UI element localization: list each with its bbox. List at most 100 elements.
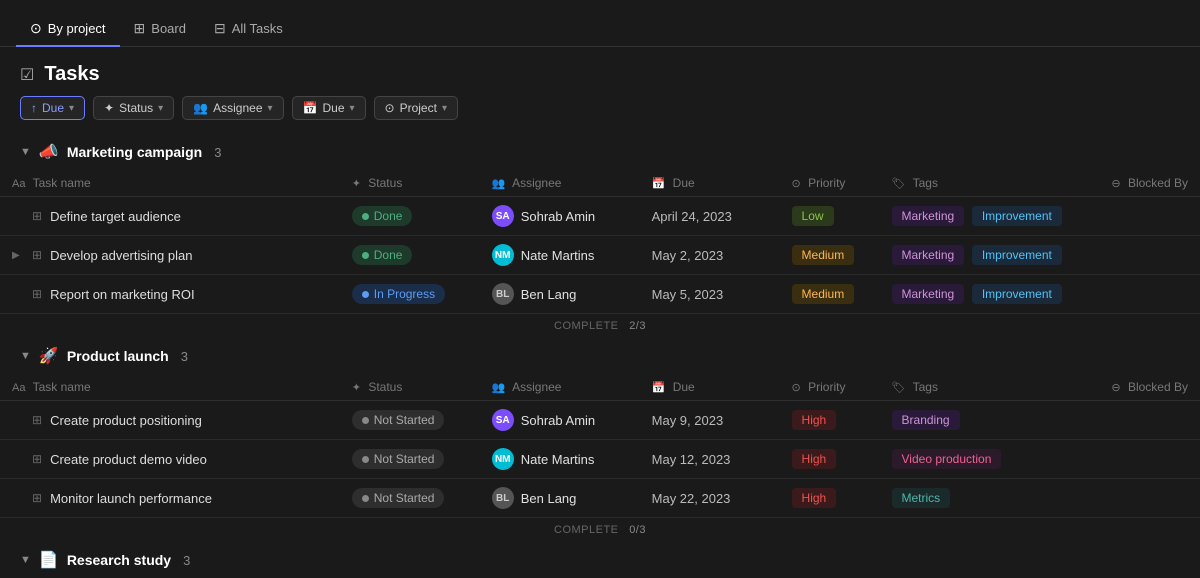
tab-all-tasks-label: All Tasks — [232, 21, 283, 36]
section-product-launch[interactable]: ▼ 🚀 Product launch 3 — [0, 338, 1200, 374]
marketing-emoji: 📣 — [39, 142, 59, 162]
status-badge: Not Started — [352, 449, 445, 469]
status-label: In Progress — [374, 287, 435, 301]
due-date: May 9, 2023 — [652, 413, 724, 428]
tag-branding: Branding — [892, 410, 960, 430]
priority-cell: High — [780, 440, 880, 479]
col-header-tags: 🏷 Tags — [880, 170, 1100, 197]
assignee-name: Ben Lang — [521, 287, 577, 302]
priority-badge: Medium — [792, 245, 855, 265]
filter-status-label: Status — [119, 101, 153, 115]
priority-col-icon2: ⊙ — [792, 382, 801, 394]
tags-cell: Marketing Improvement — [880, 236, 1100, 275]
priority-badge: Low — [792, 206, 834, 226]
marketing-toggle[interactable]: ▼ — [20, 146, 31, 158]
status-col-icon2: ✦ — [352, 382, 361, 394]
due-col-icon: 📅 — [652, 178, 666, 190]
avatar: NM — [492, 244, 514, 266]
priority-col-icon: ⊙ — [792, 178, 801, 190]
tab-by-project[interactable]: ⊙ By project — [16, 12, 120, 47]
status-badge: Not Started — [352, 410, 445, 430]
table-row[interactable]: ⊞ Report on marketing ROI In Progress BL… — [0, 275, 1200, 314]
assignee-col-icon2: 👥 — [492, 382, 506, 394]
avatar: BL — [492, 283, 514, 305]
blocked-cell — [1099, 236, 1200, 275]
page-header: ☑ Tasks — [0, 47, 1200, 96]
tags-cell: Video production — [880, 440, 1100, 479]
task-name-cell: ⊞ Create product positioning — [0, 401, 340, 440]
expand-arrow[interactable]: ▶ — [12, 250, 24, 261]
table-row[interactable]: ⊞ Create product demo video Not Started … — [0, 440, 1200, 479]
status-cell: Done — [340, 197, 480, 236]
complete-row: COMPLETE 2/3 — [0, 314, 1200, 339]
product-launch-emoji: 🚀 — [39, 346, 59, 366]
product-launch-toggle[interactable]: ▼ — [20, 350, 31, 362]
taskname-col-icon2: Aa — [12, 382, 25, 394]
table-row[interactable]: ▶ ⊞ Develop advertising plan Done NM Nat… — [0, 236, 1200, 275]
filter-project[interactable]: ⊙ Project ▾ — [374, 96, 458, 120]
due-sort-chevron: ▾ — [69, 103, 74, 114]
filter-due-label: Due — [322, 101, 344, 115]
blocked-cell — [1099, 197, 1200, 236]
status-label: Not Started — [374, 413, 435, 427]
avatar: SA — [492, 409, 514, 431]
table-row[interactable]: ⊞ Define target audience Done SA Sohrab … — [0, 197, 1200, 236]
priority-badge: High — [792, 449, 837, 469]
blocked-cell — [1099, 440, 1200, 479]
col-header-taskname2: Aa Task name — [0, 374, 340, 401]
col-header-due: 📅 Due — [640, 170, 780, 197]
status-badge: Not Started — [352, 488, 445, 508]
due-sort-icon: ↑ — [31, 101, 37, 115]
blocked-col-icon2: ⊖ — [1111, 382, 1120, 394]
board-icon: ⊞ — [134, 20, 146, 37]
status-filter-icon: ✦ — [104, 101, 114, 115]
assignee-name: Nate Martins — [521, 452, 595, 467]
filter-due-sort[interactable]: ↑ Due ▾ — [20, 96, 85, 120]
complete-label: COMPLETE — [554, 524, 619, 536]
status-col-icon: ✦ — [352, 178, 361, 190]
task-type-icon: ⊞ — [32, 413, 42, 427]
assignee-cell: BL Ben Lang — [480, 479, 640, 518]
tab-all-tasks[interactable]: ⊟ All Tasks — [200, 12, 297, 47]
assignee-chevron: ▾ — [268, 103, 273, 114]
filter-bar: ↑ Due ▾ ✦ Status ▾ 👥 Assignee ▾ 📅 Due ▾ … — [0, 96, 1200, 134]
section-marketing-campaign[interactable]: ▼ 📣 Marketing campaign 3 — [0, 134, 1200, 170]
table-row[interactable]: ⊞ Create product positioning Not Started… — [0, 401, 1200, 440]
task-type-icon: ⊞ — [32, 452, 42, 466]
due-cell: April 24, 2023 — [640, 197, 780, 236]
priority-cell: Medium — [780, 275, 880, 314]
project-filter-icon: ⊙ — [385, 101, 395, 115]
task-type-icon: ⊞ — [32, 491, 42, 505]
table-row[interactable]: ⊞ Monitor launch performance Not Started… — [0, 479, 1200, 518]
due-cell: May 2, 2023 — [640, 236, 780, 275]
assignee-name: Nate Martins — [521, 248, 595, 263]
filter-due[interactable]: 📅 Due ▾ — [292, 96, 366, 120]
status-chevron: ▾ — [158, 103, 163, 114]
task-name-cell: ⊞ Report on marketing ROI — [0, 275, 340, 314]
tag-video-production: Video production — [892, 449, 1002, 469]
due-cell: May 5, 2023 — [640, 275, 780, 314]
status-label: Not Started — [374, 452, 435, 466]
complete-fraction: 2/3 — [629, 320, 646, 332]
filter-status[interactable]: ✦ Status ▾ — [93, 96, 174, 120]
status-dot — [362, 291, 369, 298]
section-research-study[interactable]: ▼ 📄 Research study 3 — [0, 542, 1200, 578]
blocked-cell — [1099, 275, 1200, 314]
assignee-name: Sohrab Amin — [521, 413, 595, 428]
assignee-name: Ben Lang — [521, 491, 577, 506]
research-study-count: 3 — [183, 553, 190, 568]
marketing-table: Aa Task name ✦ Status 👥 Assignee 📅 Due ⊙… — [0, 170, 1200, 338]
research-study-toggle[interactable]: ▼ — [20, 554, 31, 566]
status-cell: Not Started — [340, 440, 480, 479]
tag-improvement: Improvement — [972, 206, 1062, 226]
filter-assignee[interactable]: 👥 Assignee ▾ — [182, 96, 283, 120]
tab-board[interactable]: ⊞ Board — [120, 12, 200, 47]
status-dot — [362, 456, 369, 463]
status-label: Done — [374, 209, 403, 223]
assignee-cell: SA Sohrab Amin — [480, 197, 640, 236]
filter-assignee-label: Assignee — [213, 101, 262, 115]
by-project-icon: ⊙ — [30, 20, 42, 37]
status-dot — [362, 495, 369, 502]
tags-cell: Marketing Improvement — [880, 275, 1100, 314]
top-nav: ⊙ By project ⊞ Board ⊟ All Tasks — [0, 0, 1200, 47]
